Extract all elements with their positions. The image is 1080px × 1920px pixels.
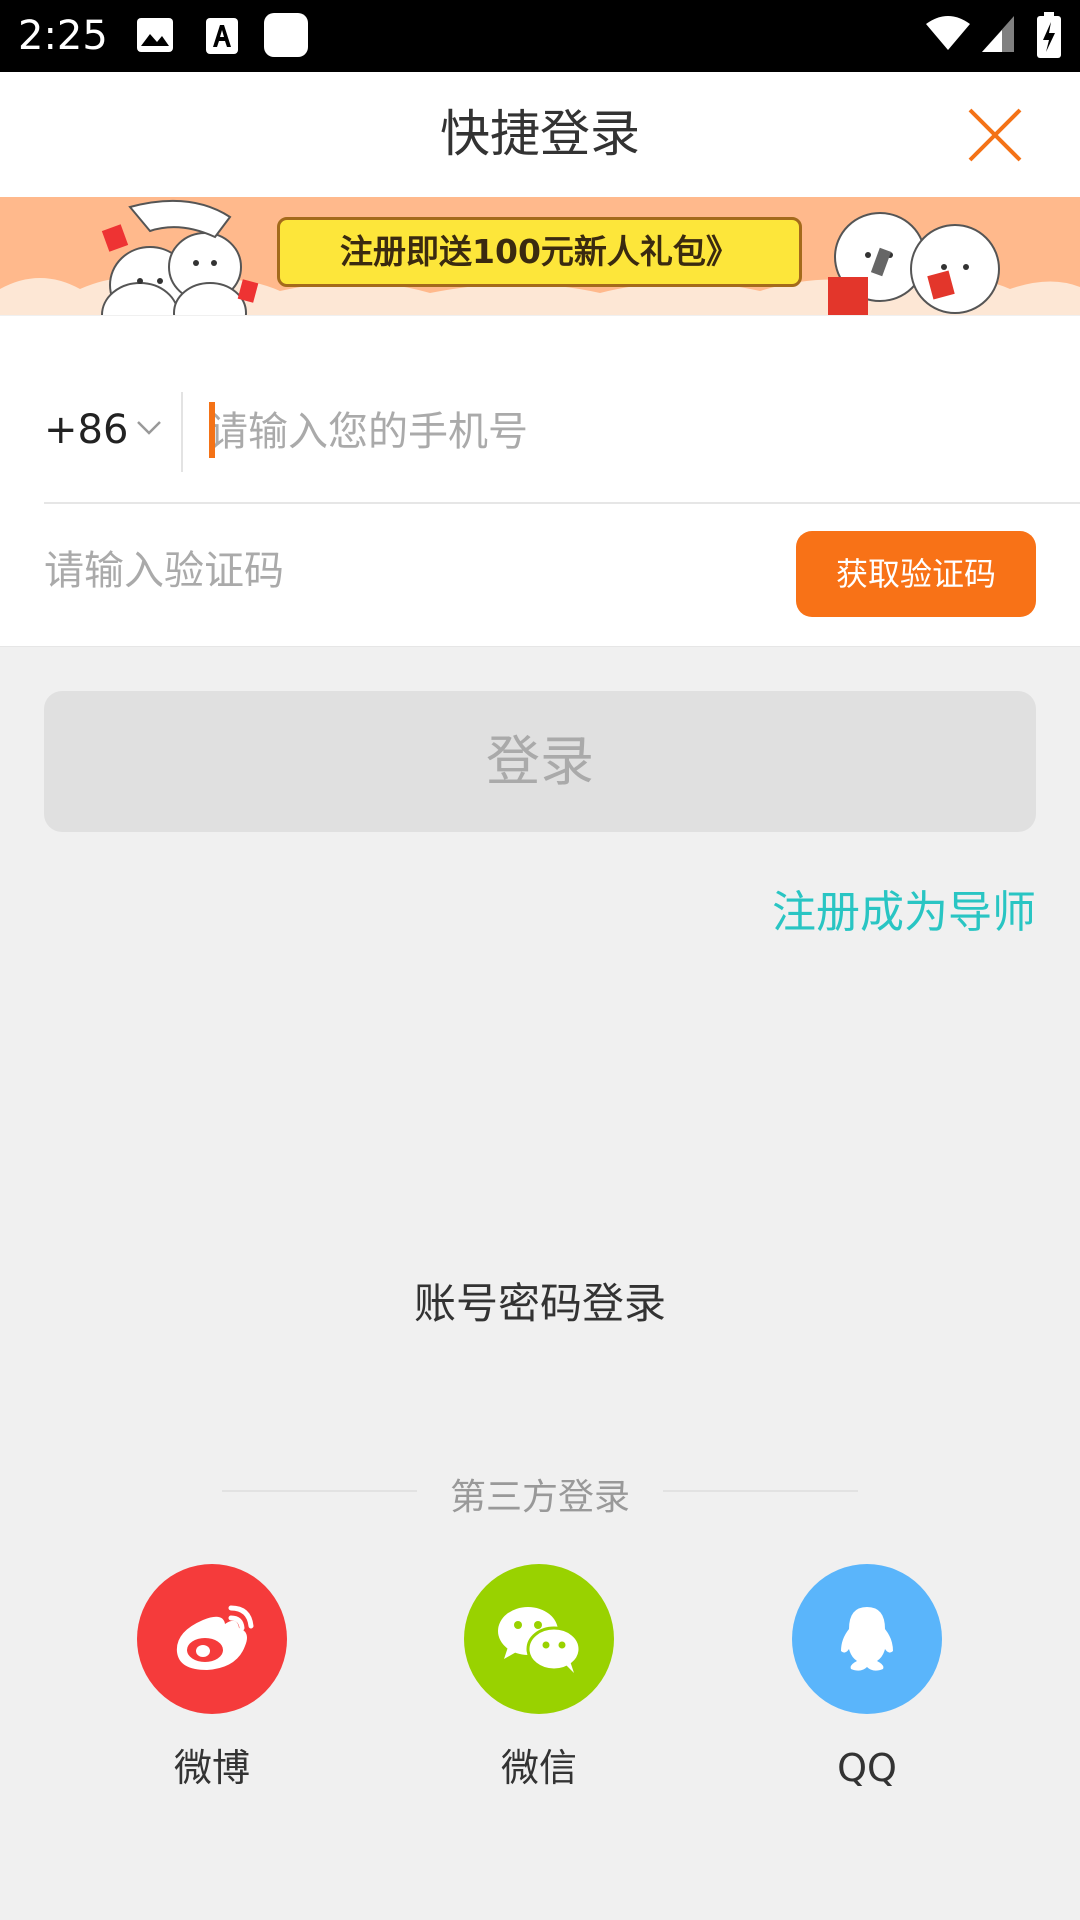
country-code-selector[interactable]: +86 [44,390,164,470]
phone-input[interactable] [208,392,1048,472]
password-login-link[interactable]: 账号密码登录 [0,1270,1080,1331]
promo-banner[interactable]: 注册即送100元新人礼包》 [0,197,1080,315]
register-tutor-link[interactable]: 注册成为导师 [772,876,1036,940]
chevron-down-icon [137,421,161,435]
battery-icon [1037,12,1061,58]
qq-circle [792,1564,942,1714]
wechat-login-button[interactable]: 微信 [464,1564,614,1790]
gallery-icon [137,18,173,52]
close-icon [968,108,1022,162]
font-icon [206,18,238,54]
status-time: 2:25 [18,13,108,59]
banner-cta-button[interactable]: 注册即送100元新人礼包》 [277,217,802,287]
close-button[interactable] [965,105,1025,165]
qq-login-button[interactable]: QQ [792,1564,942,1790]
login-form: +86 获取验证码 [0,316,1080,647]
wechat-circle [464,1564,614,1714]
weibo-label: 微博 [173,1746,250,1790]
status-bar: 2:25 [0,0,1080,72]
divider [44,502,1080,504]
verification-code-input[interactable] [44,536,744,606]
signal-icon [982,16,1014,52]
header: 快捷登录 [0,72,1080,197]
wechat-label: 微信 [500,1746,577,1790]
qq-icon [841,1607,893,1671]
third-party-title: 第三方登录 [449,1477,630,1518]
page-title: 快捷登录 [440,105,640,163]
weibo-icon [176,1605,254,1670]
wechat-icon [498,1607,582,1673]
qq-label: QQ [837,1746,897,1790]
country-code-value: +86 [44,407,129,453]
weibo-login-button[interactable]: 微博 [137,1564,287,1790]
get-code-button[interactable]: 获取验证码 [796,531,1036,617]
weibo-circle [137,1564,287,1714]
login-button[interactable]: 登录 [44,691,1036,832]
divider [181,392,183,472]
text-cursor [209,402,215,458]
wifi-icon [926,16,970,50]
app-icon [264,13,308,57]
